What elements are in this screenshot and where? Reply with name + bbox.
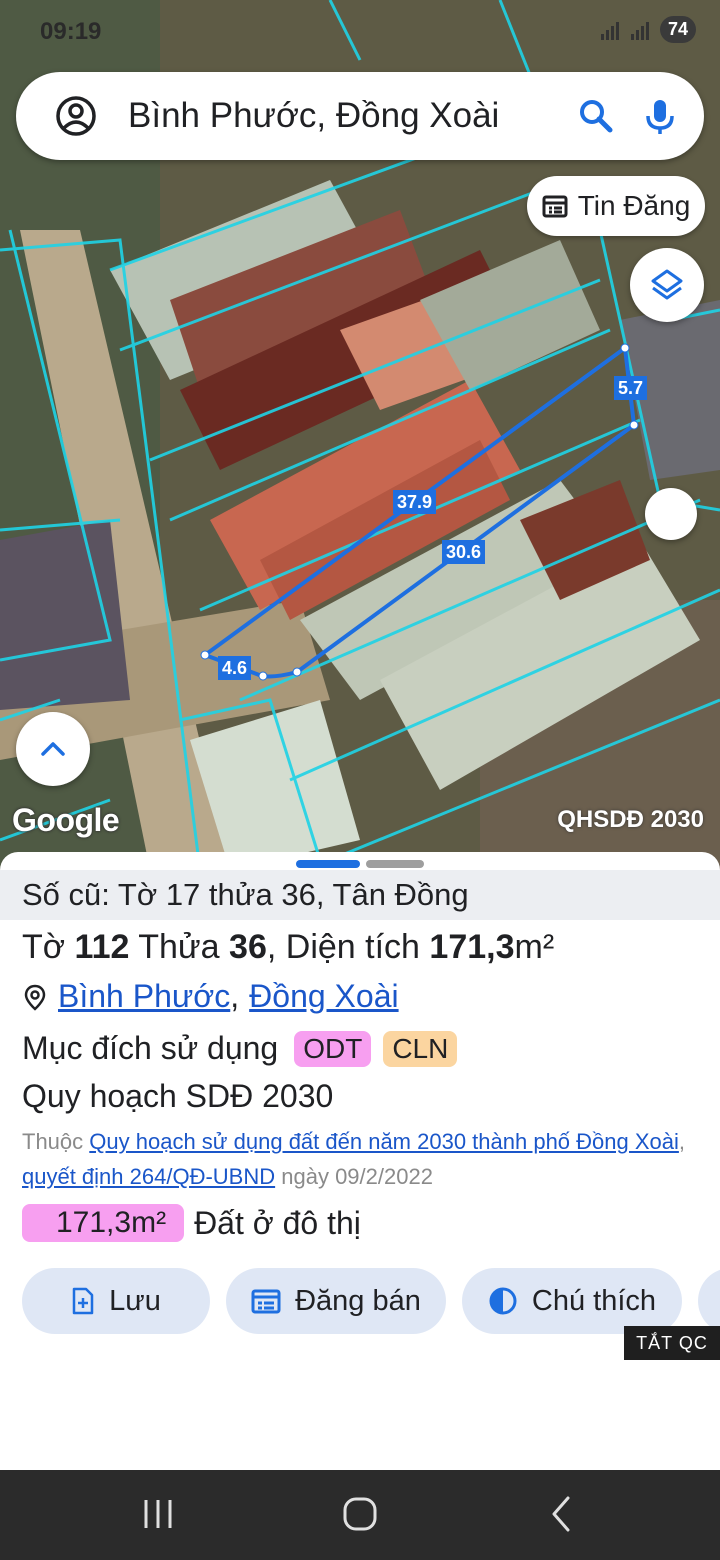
search-bar[interactable]: Bình Phước, Đồng Xoài	[16, 72, 704, 160]
location-row: Bình Phước, Đồng Xoài	[22, 978, 399, 1015]
to-label: Tờ	[22, 928, 66, 966]
layers-button[interactable]	[630, 248, 704, 322]
plan-title: Quy hoạch SDĐ 2030	[22, 1078, 334, 1114]
action-buttons: Lưu Đăng bán Chú thích	[22, 1268, 720, 1334]
tin-dang-button[interactable]: Tin Đăng	[527, 176, 705, 236]
chevron-up-icon	[41, 742, 65, 756]
signal-icon	[600, 21, 619, 40]
parcel-title: Tờ 112 Thửa 36, Diện tích 171,3m²	[22, 928, 554, 967]
plan-link[interactable]: Quy hoạch sử dụng đất đến năm 2030 thành…	[89, 1129, 679, 1154]
contrast-icon	[489, 1287, 517, 1315]
map-view[interactable]: 09:19 74 Bình Phước, Đồng Xoài Tin Đăng …	[0, 0, 720, 870]
battery-indicator: 74	[659, 16, 696, 43]
layers-icon	[651, 269, 683, 300]
signal-icon-2	[630, 21, 649, 40]
opacity-slider-knob[interactable]	[645, 488, 697, 540]
purpose-label: Mục đích sử dụng	[22, 1030, 279, 1066]
purpose-tag-odt[interactable]: ODT	[294, 1030, 372, 1067]
province-link[interactable]: Bình Phước	[58, 978, 230, 1015]
expand-button[interactable]	[16, 712, 90, 786]
plan-layer-label: QHSDĐ 2030	[557, 806, 704, 833]
sheet-handle[interactable]	[366, 860, 424, 868]
save-button[interactable]: Lưu	[22, 1268, 210, 1334]
home-icon[interactable]	[338, 1492, 382, 1536]
measure-label-left: 4.6	[218, 656, 252, 680]
thua-value: 36	[229, 928, 267, 966]
calendar-list-icon	[251, 1289, 281, 1314]
old-parcel-info: Số cũ: Tờ 17 thửa 36, Tân Đồng	[0, 870, 720, 920]
microphone-icon[interactable]	[640, 96, 680, 136]
land-type-row: 171,3m² Đất ở đô thị	[22, 1204, 361, 1242]
legend-button[interactable]: Chú thích	[462, 1268, 682, 1334]
comma: ,	[230, 978, 240, 1014]
measure-label-bottom: 30.6	[442, 540, 486, 564]
status-bar: 09:19 74	[0, 0, 720, 64]
status-time: 09:19	[40, 18, 102, 45]
post-sale-label: Đăng bán	[295, 1284, 421, 1317]
post-sale-button[interactable]: Đăng bán	[226, 1268, 446, 1334]
status-icons: 74	[600, 16, 696, 43]
add-file-icon	[72, 1287, 94, 1315]
district-link[interactable]: Đồng Xoài	[249, 978, 398, 1015]
decision-date: ngày 09/2/2022	[281, 1164, 433, 1189]
comma-2: ,	[678, 1129, 686, 1154]
measure-label-right: 5.7	[614, 376, 648, 400]
to-value: 112	[74, 928, 130, 966]
recent-apps-icon[interactable]	[136, 1492, 180, 1536]
google-logo: Google	[12, 802, 120, 838]
area-label: , Diện tích	[266, 928, 420, 966]
land-purpose-row: Mục đích sử dụng ODT CLN	[22, 1030, 458, 1067]
navigation-bar	[0, 1470, 720, 1560]
purpose-tag-cln[interactable]: CLN	[383, 1030, 458, 1067]
account-icon[interactable]	[54, 94, 98, 138]
sheet-handle-active[interactable]	[296, 860, 360, 868]
more-actions-button[interactable]	[698, 1268, 720, 1334]
search-icon[interactable]	[576, 96, 616, 136]
decision-link[interactable]: quyết định 264/QĐ-UBND	[22, 1164, 275, 1189]
thua-label: Thửa	[138, 928, 220, 966]
location-pin-icon	[24, 984, 46, 1011]
area-value: 171,3	[429, 928, 515, 966]
land-type-label: Đất ở đô thị	[194, 1204, 361, 1241]
ad-toggle-badge[interactable]: TẮT QC	[624, 1326, 720, 1360]
plan-prefix: Thuộc	[22, 1129, 84, 1154]
search-input[interactable]: Bình Phước, Đồng Xoài	[128, 96, 576, 136]
old-parcel-text: Số cũ: Tờ 17 thửa 36, Tân Đồng	[22, 877, 469, 912]
calendar-list-icon	[542, 195, 568, 218]
back-icon[interactable]	[540, 1492, 584, 1536]
area-unit: m²	[514, 928, 555, 966]
parcel-info-sheet[interactable]: Số cũ: Tờ 17 thửa 36, Tân Đồng Tờ 112 Th…	[0, 852, 720, 1470]
legend-label: Chú thích	[531, 1284, 657, 1317]
land-area-chip: 171,3m²	[22, 1204, 185, 1242]
plan-description: Thuộc Quy hoạch sử dụng đất đến năm 2030…	[22, 1124, 712, 1194]
save-label: Lưu	[109, 1284, 161, 1317]
measure-label-top: 37.9	[393, 490, 437, 514]
tin-dang-label: Tin Đăng	[577, 190, 691, 221]
